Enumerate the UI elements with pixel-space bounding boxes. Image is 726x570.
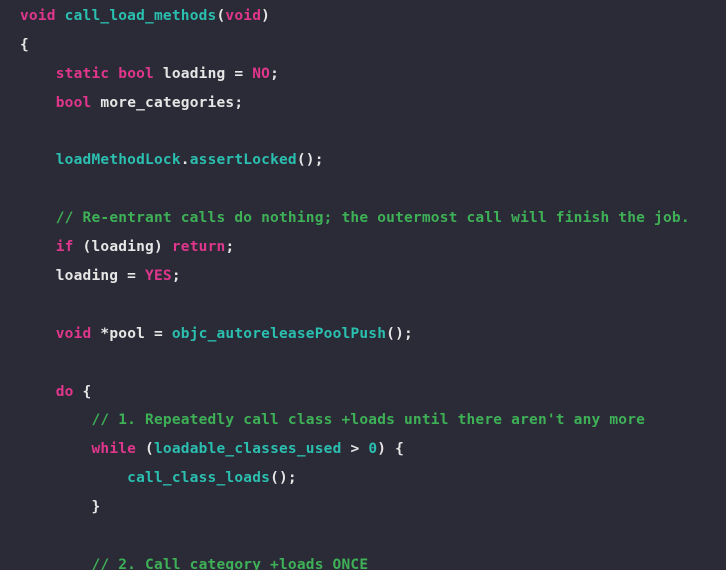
code-line: } (20, 493, 708, 522)
code-token-kw: YES (145, 268, 172, 285)
code-token-pl: loading = (20, 268, 146, 285)
code-token-fn: assertLocked (189, 152, 297, 169)
code-token-kw: void (225, 8, 262, 24)
code-token-kw: NO (252, 65, 271, 82)
code-token-kw: if (55, 239, 74, 256)
code-token-kw: bool (118, 65, 154, 82)
code-token-fn: call_load_methods (64, 8, 217, 24)
code-token-pl: ; (171, 268, 181, 285)
code-token-pl: > (341, 441, 369, 458)
code-token-kw: bool (55, 94, 92, 111)
code-token-pl: { (20, 36, 29, 53)
code-token-pl: (); (270, 470, 297, 487)
code-token-pl: (); (386, 325, 413, 342)
code-line: bool more_categories; (20, 89, 708, 118)
code-line: void call_load_methods(void) (20, 2, 708, 31)
code-token-pl: ( (136, 441, 154, 458)
code-token-pl: (); (296, 152, 324, 169)
code-token-cmt: // 1. Repeatedly call class +loads until… (91, 412, 646, 429)
code-token-pl: loading = (154, 65, 253, 82)
code-token-num: 0 (368, 441, 378, 458)
code-token-pl: ; (270, 65, 280, 82)
code-token-kw: static (55, 65, 110, 82)
code-line: do { (20, 378, 708, 407)
code-token-kw: void (55, 325, 92, 342)
code-token-cmt: // 2. Call category +loads ONCE (91, 556, 369, 570)
code-token-pl: ; (225, 239, 235, 256)
code-viewer: void call_load_methods(void){ static boo… (0, 0, 726, 570)
code-token-fn: call_class_loads (127, 470, 271, 487)
code-line: // 2. Call category +loads ONCE (20, 551, 708, 570)
code-token-fn: loadMethodLock (55, 152, 181, 169)
code-line: while (loadable_classes_used > 0) { (20, 435, 708, 464)
code-line: { (20, 31, 708, 60)
code-token-pl: ) { (377, 441, 405, 458)
code-token-kw: while (91, 441, 137, 458)
code-token-pl: } (20, 499, 101, 516)
code-line: call_class_loads(); (20, 464, 708, 493)
code-line: static bool loading = NO; (20, 60, 708, 89)
code-token-pl: { (73, 383, 92, 400)
code-token-kw: do (55, 383, 74, 400)
code-line: if (loading) return; (20, 233, 708, 262)
code-token-kw: return (171, 239, 226, 256)
code-line: void *pool = objc_autoreleasePoolPush(); (20, 320, 708, 349)
code-token-pl: ) (261, 8, 271, 24)
source-code-block[interactable]: void call_load_methods(void){ static boo… (20, 2, 708, 570)
code-token-fn: objc_autoreleasePoolPush (171, 325, 387, 342)
code-token-var: loadable_classes_used (153, 441, 342, 458)
code-line: // 1. Repeatedly call class +loads until… (20, 406, 708, 435)
code-token-pl: . (180, 152, 190, 169)
code-line: loading = YES; (20, 262, 708, 291)
code-token-pl: *pool = (91, 325, 172, 342)
code-token-pl: (loading) (73, 239, 172, 256)
code-line: loadMethodLock.assertLocked(); (20, 146, 708, 175)
code-token-cmt: // Re-entrant calls do nothing; the oute… (55, 210, 690, 227)
code-token-pl: more_categories; (91, 94, 244, 111)
code-line: // Re-entrant calls do nothing; the oute… (20, 204, 708, 233)
code-token-kw: void (20, 8, 56, 24)
